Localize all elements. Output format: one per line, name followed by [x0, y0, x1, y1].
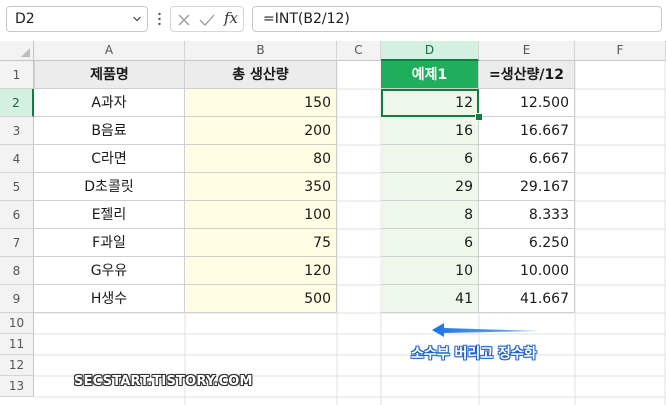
arrow-left-icon [432, 323, 540, 337]
row-header-9[interactable]: 9 [0, 285, 34, 313]
column-header-c[interactable]: C [337, 41, 381, 61]
cell-division[interactable]: 6.250 [479, 229, 575, 257]
cell-int[interactable]: 6 [381, 229, 479, 257]
cell-total[interactable]: 80 [185, 145, 337, 173]
row-header-12[interactable]: 12 [0, 355, 34, 376]
watermark: SECSTART.TISTORY.COM [74, 374, 253, 389]
formula-bar: D2 fx =INT(B2/12) [0, 0, 666, 40]
cell-total[interactable]: 150 [185, 89, 337, 117]
cell-int[interactable]: 29 [381, 173, 479, 201]
cell-division[interactable]: 12.500 [479, 89, 575, 117]
cell-product[interactable]: C라면 [34, 145, 185, 173]
row-header-10[interactable]: 10 [0, 313, 34, 334]
cell-int[interactable]: 10 [381, 257, 479, 285]
name-box[interactable]: D2 [6, 6, 148, 32]
header-cell-example[interactable]: 예제1 [381, 61, 479, 89]
cell-total[interactable]: 75 [185, 229, 337, 257]
cell-product[interactable]: B음료 [34, 117, 185, 145]
cell-product[interactable]: A과자 [34, 89, 185, 117]
header-cell-product[interactable]: 제품명 [34, 61, 185, 89]
cell-int-active[interactable]: 12 [381, 89, 479, 117]
row-header-13[interactable]: 13 [0, 376, 34, 397]
cell-division[interactable]: 16.667 [479, 117, 575, 145]
cell-division[interactable]: 29.167 [479, 173, 575, 201]
cell-product[interactable]: E젤리 [34, 201, 185, 229]
cell-product[interactable]: H생수 [34, 285, 185, 313]
cell-division[interactable]: 41.667 [479, 285, 575, 313]
row-header-7[interactable]: 7 [0, 229, 34, 257]
cancel-icon[interactable] [177, 12, 191, 31]
cell-int[interactable]: 41 [381, 285, 479, 313]
formula-text: =INT(B2/12) [263, 11, 350, 27]
column-header-e[interactable]: E [479, 41, 575, 61]
chevron-down-icon[interactable] [133, 15, 141, 23]
formula-input[interactable]: =INT(B2/12) [252, 6, 662, 32]
row-header-6[interactable]: 6 [0, 201, 34, 229]
cell-division[interactable]: 8.333 [479, 201, 575, 229]
cell-total[interactable]: 120 [185, 257, 337, 285]
row-header-4[interactable]: 4 [0, 145, 34, 173]
cell-total[interactable]: 100 [185, 201, 337, 229]
cell-int[interactable]: 16 [381, 117, 479, 145]
cell-total[interactable]: 500 [185, 285, 337, 313]
row-header-3[interactable]: 3 [0, 117, 34, 145]
cell-product[interactable]: D초콜릿 [34, 173, 185, 201]
cell-int[interactable]: 8 [381, 201, 479, 229]
header-cell-total[interactable]: 총 생산량 [185, 61, 337, 89]
column-header-b[interactable]: B [185, 41, 337, 61]
cell-total[interactable]: 200 [185, 117, 337, 145]
function-icon[interactable]: fx [224, 9, 238, 27]
cell-product[interactable]: G우유 [34, 257, 185, 285]
row-header-5[interactable]: 5 [0, 173, 34, 201]
cell-product[interactable]: F과일 [34, 229, 185, 257]
confirm-icon[interactable] [199, 12, 215, 31]
cell-int[interactable]: 6 [381, 145, 479, 173]
row-header-2[interactable]: 2 [0, 89, 34, 117]
row-header-8[interactable]: 8 [0, 257, 34, 285]
cell-total[interactable]: 350 [185, 173, 337, 201]
header-cell-formula[interactable]: =생산량/12 [479, 61, 575, 89]
column-header-a[interactable]: A [34, 41, 185, 61]
fill-handle[interactable] [475, 113, 483, 121]
more-options-icon[interactable] [158, 11, 161, 27]
name-box-value: D2 [15, 11, 35, 27]
annotation-caption: 소수부 버리고 정수화 [411, 346, 537, 362]
column-header-f[interactable]: F [575, 41, 666, 61]
select-all-corner[interactable] [0, 41, 34, 61]
row-header-1[interactable]: 1 [0, 61, 34, 89]
column-header-d[interactable]: D [381, 41, 479, 61]
row-header-11[interactable]: 11 [0, 334, 34, 355]
formula-controls: fx [170, 6, 244, 32]
cell-division[interactable]: 6.667 [479, 145, 575, 173]
cell-division[interactable]: 10.000 [479, 257, 575, 285]
